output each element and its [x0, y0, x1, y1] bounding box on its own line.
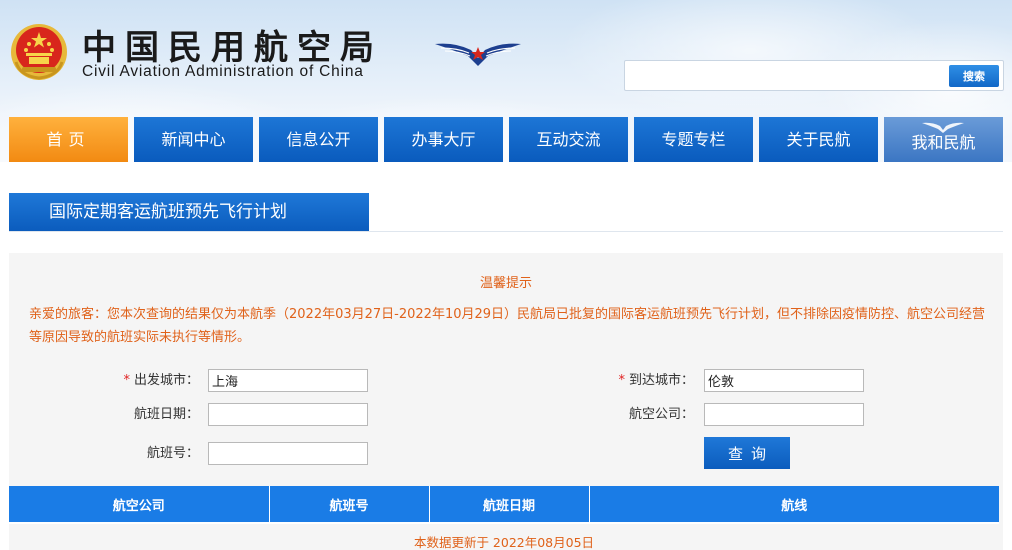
departure-label-text: 出发城市： — [133, 373, 199, 388]
site-search-button[interactable]: 搜索 — [949, 65, 999, 87]
flight-number-label: 航班号： — [146, 446, 199, 461]
data-update-note: 本数据更新于 2022年08月05日 — [413, 535, 595, 550]
tips-title: 温馨提示 — [479, 276, 532, 291]
arrival-label: * 到达城市： — [609, 370, 694, 392]
site-title-en: Civil Aviation Administration of China — [82, 63, 364, 80]
tips-text: 亲爱的旅客：您本次查询的结果仅为本航季（2022年03月27日-2022年10月… — [29, 307, 986, 345]
nav-item-special-topics[interactable]: 专题专栏 — [634, 117, 753, 162]
divider — [9, 231, 1003, 232]
nav-item-news[interactable]: 新闻中心 — [134, 117, 253, 162]
caac-wings-logo-icon — [435, 43, 521, 66]
page-title: 国际定期客运航班预先飞行计划 — [9, 193, 369, 231]
nav-item-interaction[interactable]: 互动交流 — [509, 117, 628, 162]
arrival-city-input[interactable] — [704, 369, 864, 392]
nav-item-home[interactable]: 首页 — [9, 117, 128, 162]
nav-item-me-and-caac[interactable]: 我和民航 — [884, 117, 1003, 162]
nav-item-service-hall[interactable]: 办事大厅 — [384, 117, 503, 162]
national-emblem-icon — [11, 24, 67, 80]
table-header-row: 航空公司 航班号 航班日期 航线 — [9, 486, 999, 522]
flight-number-input[interactable] — [208, 442, 368, 465]
site-search-input[interactable] — [629, 64, 947, 87]
main-nav: 首页 新闻中心 信息公开 办事大厅 互动交流 专题专栏 关于民航 我和民航 — [9, 117, 1003, 162]
flight-date-label: 航班日期： — [133, 407, 199, 422]
column-header-airline[interactable]: 航空公司 — [9, 486, 270, 522]
mini-wings-icon — [922, 122, 964, 133]
departure-label: * 出发城市： — [119, 370, 199, 392]
column-header-flight-number[interactable]: 航班号 — [269, 486, 430, 522]
required-mark: * — [123, 373, 130, 388]
query-panel: 温馨提示 亲爱的旅客：您本次查询的结果仅为本航季（2022年03月27日-202… — [9, 253, 1003, 550]
column-header-flight-date[interactable]: 航班日期 — [429, 486, 590, 522]
site-search: 搜索 — [624, 60, 1004, 91]
query-button[interactable]: 查询 — [704, 437, 790, 469]
column-header-route[interactable]: 航线 — [589, 486, 999, 522]
airline-input[interactable] — [704, 403, 864, 426]
flight-date-input[interactable] — [208, 403, 368, 426]
required-mark: * — [618, 373, 625, 388]
nav-item-info-disclosure[interactable]: 信息公开 — [259, 117, 378, 162]
arrival-label-text: 到达城市： — [628, 373, 694, 388]
table-underline — [9, 522, 999, 524]
results-table: 航空公司 航班号 航班日期 航线 — [9, 486, 999, 522]
departure-city-input[interactable] — [208, 369, 368, 392]
site-title-cn: 中国民用航空局 — [82, 28, 383, 68]
airline-label: 航空公司： — [628, 407, 694, 422]
nav-item-me-and-caac-label: 我和民航 — [911, 133, 976, 152]
nav-item-about[interactable]: 关于民航 — [759, 117, 878, 162]
